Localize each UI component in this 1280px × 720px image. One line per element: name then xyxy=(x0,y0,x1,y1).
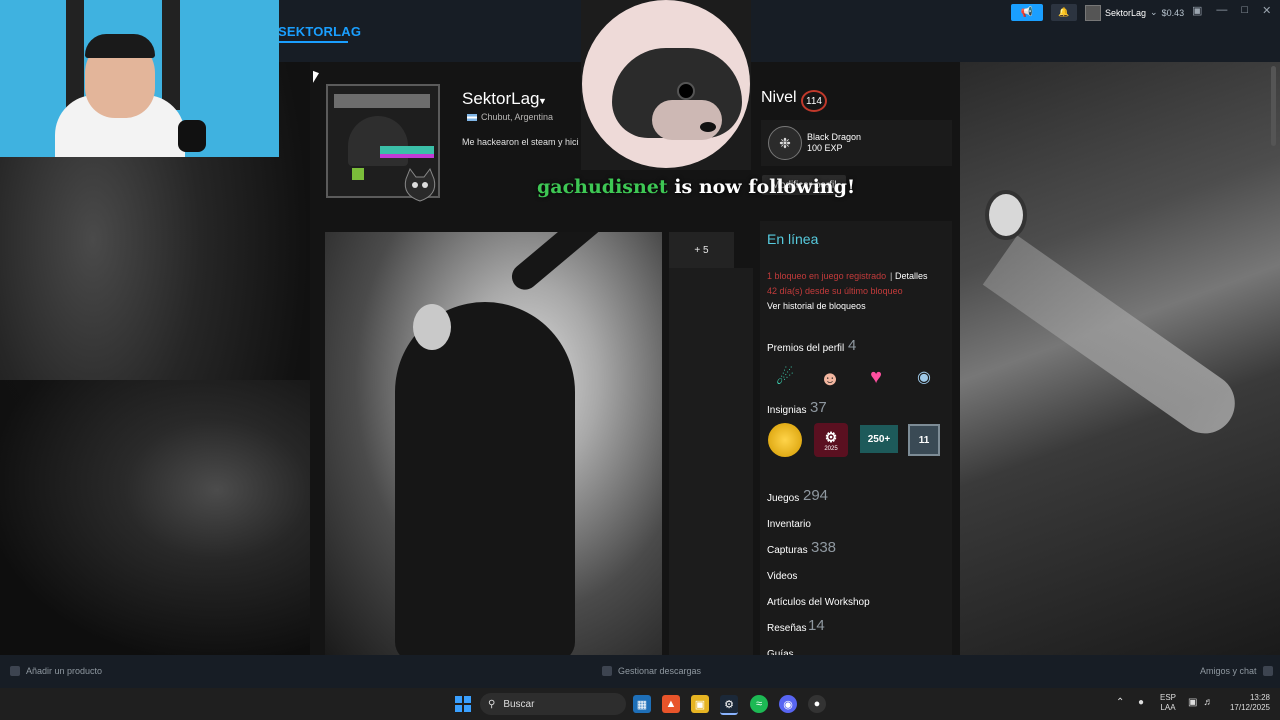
featured-badge-name: Black Dragon xyxy=(807,132,862,142)
awards-link[interactable]: Premios del perfil xyxy=(767,343,844,354)
windows-start-icon[interactable] xyxy=(455,696,471,712)
taskbar-search[interactable]: ⚲ Buscar xyxy=(480,693,626,715)
globe-award-icon[interactable]: ◉ xyxy=(910,363,938,391)
manage-downloads-button[interactable]: Gestionar descargas xyxy=(602,666,701,676)
mouse-cursor-icon xyxy=(313,70,319,86)
discord-app-icon[interactable]: ◉ xyxy=(779,695,797,713)
plus-icon xyxy=(10,666,20,676)
microphone-icon[interactable]: ● xyxy=(1138,697,1144,708)
background-bird-eye xyxy=(985,190,1027,240)
lang-code: ESP xyxy=(1160,693,1177,702)
showcase-side-column xyxy=(669,268,753,655)
steam-logo-icon: ⚙ xyxy=(824,428,838,445)
window-controls: ▣ — □ ✕ xyxy=(1192,4,1271,17)
explorer-app-icon[interactable]: ▦ xyxy=(633,695,651,713)
steam-app-icon[interactable]: ⚙ xyxy=(720,695,738,715)
account-menu[interactable]: SektorLag ⌄ $0.43 xyxy=(1085,4,1185,21)
account-name: SektorLag xyxy=(1105,7,1147,18)
level-badge[interactable]: 114 xyxy=(801,90,827,112)
games-count: 294 xyxy=(803,487,829,504)
minimize-icon[interactable]: — xyxy=(1216,4,1227,17)
vac-separator: | xyxy=(890,271,893,281)
videos-link[interactable]: Videos xyxy=(767,571,797,582)
system-tray[interactable]: ▣ ♬ xyxy=(1188,697,1213,708)
tray-expand-icon[interactable]: ⌃ xyxy=(1116,697,1124,708)
close-icon[interactable]: ✕ xyxy=(1262,4,1271,17)
nav-username-tab[interactable]: SEKTORLAG xyxy=(278,24,361,39)
vac-history-link[interactable]: Ver historial de bloqueos xyxy=(767,301,866,311)
persona-dropdown-icon[interactable]: ▼ xyxy=(538,96,547,106)
downloads-label: Gestionar descargas xyxy=(618,666,702,676)
volume-icon[interactable]: ♬ xyxy=(1203,697,1213,708)
notifications-button[interactable]: 🔔 xyxy=(1051,4,1077,21)
screenshots-link[interactable]: Capturas xyxy=(767,545,808,556)
vac-ban-count: 1 bloqueo en juego registrado xyxy=(767,271,887,281)
wallet-balance: $0.43 xyxy=(1161,7,1185,18)
add-product-button[interactable]: Añadir un producto xyxy=(10,666,102,676)
brave-browser-icon[interactable]: ▲ xyxy=(662,695,680,713)
taskbar-search-placeholder: Buscar xyxy=(503,698,535,710)
bell-icon: 🔔 xyxy=(1058,7,1070,17)
online-status: En línea xyxy=(767,231,819,247)
spotify-app-icon[interactable]: ≈ xyxy=(750,695,768,713)
follow-alert-username: gachudisnet xyxy=(537,176,668,198)
badges-link[interactable]: Insignias xyxy=(767,405,806,416)
argentina-flag-icon xyxy=(467,114,477,121)
awards-count: 4 xyxy=(848,337,857,354)
network-icon[interactable]: ▣ xyxy=(1188,697,1197,708)
friends-chat-label: Amigos y chat xyxy=(1200,666,1257,676)
workshop-link[interactable]: Artículos del Workshop xyxy=(767,597,870,608)
years-250-badge-icon[interactable]: 250+ xyxy=(860,425,898,453)
vac-details-link[interactable]: Detalles xyxy=(895,271,928,281)
friends-chat-button[interactable]: Amigos y chat xyxy=(1200,666,1273,676)
file-explorer-icon[interactable]: ▣ xyxy=(691,695,709,713)
comet-award-icon[interactable]: ☄ xyxy=(771,363,799,391)
heart-award-icon[interactable]: ♥ xyxy=(862,363,890,391)
level-label: Nivel xyxy=(761,89,797,106)
page-scrollbar[interactable] xyxy=(1271,66,1276,146)
account-avatar xyxy=(1085,4,1101,21)
years-11-badge-icon[interactable]: 11 xyxy=(908,424,940,456)
follow-alert: gachudisnet is now following! xyxy=(537,176,855,198)
taskbar-clock[interactable]: 13:28 17/12/2025 xyxy=(1222,693,1270,713)
profile-location: Chubut, Argentina xyxy=(481,112,554,122)
steam-badge-year: 2025 xyxy=(824,445,838,452)
steam-2025-badge-icon[interactable]: ⚙ 2025 xyxy=(814,423,848,457)
obs-app-icon[interactable]: ● xyxy=(808,695,826,713)
chat-icon xyxy=(1262,666,1273,676)
lang-layout: LAA xyxy=(1160,703,1176,712)
megaphone-icon: 📢 xyxy=(1020,7,1034,18)
reviews-link[interactable]: Reseñas xyxy=(767,623,806,634)
chevron-down-icon: ⌄ xyxy=(1150,7,1158,17)
maximize-icon[interactable]: □ xyxy=(1241,4,1248,17)
announcements-button[interactable]: 📢 xyxy=(1011,4,1043,21)
games-link[interactable]: Juegos xyxy=(767,493,799,504)
screenshots-count: 338 xyxy=(811,539,837,556)
profile-background-left-lower xyxy=(0,380,310,655)
badges-count: 37 xyxy=(810,399,827,416)
clock-time: 13:28 xyxy=(1249,693,1270,702)
nav-active-underline xyxy=(278,41,348,43)
input-language[interactable]: ESP LAA xyxy=(1160,693,1176,713)
download-icon xyxy=(602,666,612,676)
search-icon: ⚲ xyxy=(488,698,496,710)
showcase-artwork[interactable] xyxy=(325,232,662,655)
raccoon-overlay-image xyxy=(581,0,751,170)
dragon-badge-icon: ❉ xyxy=(768,126,802,160)
inventory-link[interactable]: Inventario xyxy=(767,519,811,530)
reviews-count: 14 xyxy=(808,617,825,634)
persona-name[interactable]: SektorLag xyxy=(462,89,540,109)
gold-coin-badge-icon[interactable] xyxy=(768,423,802,457)
character-award-icon[interactable]: ☻ xyxy=(816,365,844,393)
avatar-frame-cat xyxy=(404,167,436,202)
follow-alert-text: is now following! xyxy=(667,176,856,198)
featured-badge-xp: 100 EXP xyxy=(807,143,843,153)
vac-days-since: 42 día(s) desde su último bloqueo xyxy=(767,286,903,296)
profile-summary: Me hackearon el steam y hici xyxy=(462,137,579,147)
add-product-label: Añadir un producto xyxy=(26,666,103,676)
showcase-more-button[interactable]: + 5 xyxy=(669,232,734,268)
clock-date: 17/12/2025 xyxy=(1229,703,1270,712)
big-picture-icon[interactable]: ▣ xyxy=(1192,4,1202,17)
streamer-webcam-overlay xyxy=(0,0,279,157)
